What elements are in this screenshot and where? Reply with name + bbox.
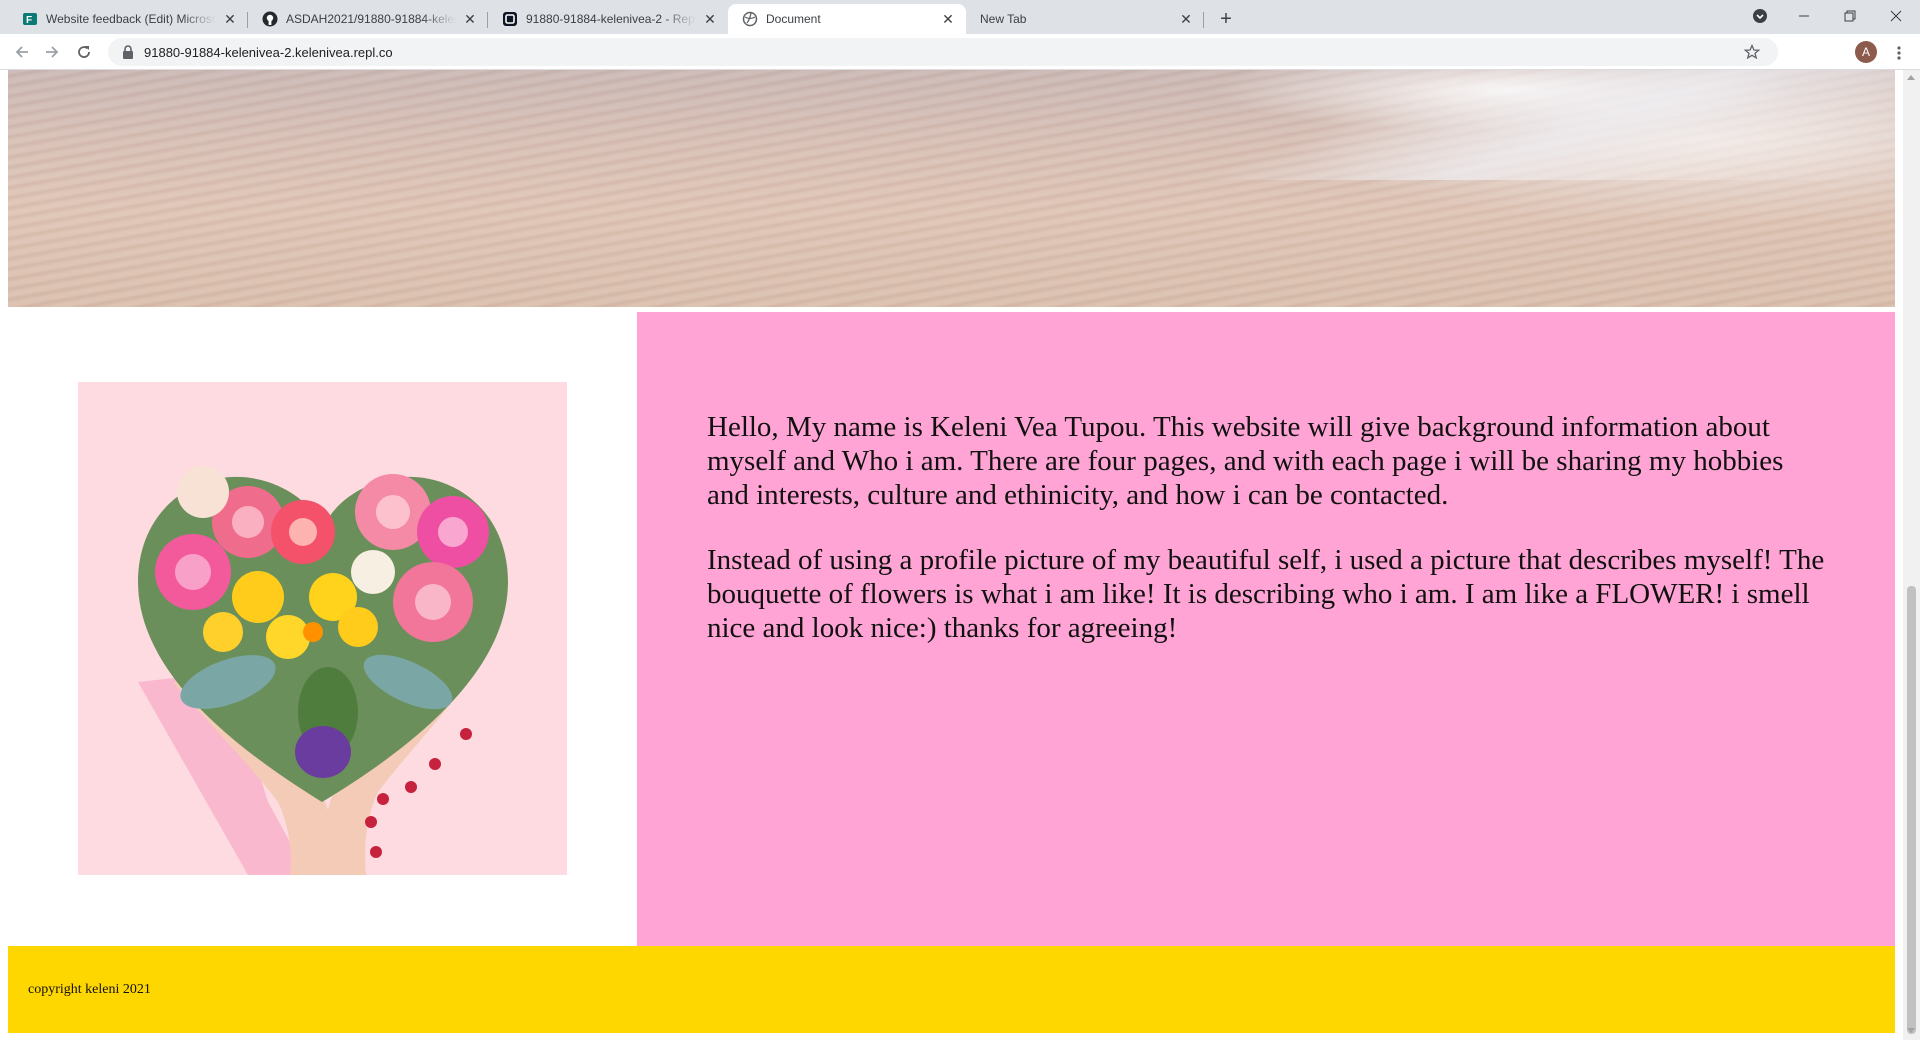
close-tab-icon[interactable]: ✕ xyxy=(462,11,478,27)
tab-new-tab[interactable]: New Tab ✕ xyxy=(966,4,1204,34)
forward-button[interactable] xyxy=(38,38,66,66)
close-window-button[interactable] xyxy=(1873,0,1919,32)
address-bar[interactable]: 91880-91884-kelenivea-2.kelenivea.repl.c… xyxy=(108,38,1778,66)
new-tab-button[interactable]: + xyxy=(1212,6,1240,32)
close-tab-icon[interactable]: ✕ xyxy=(702,11,718,27)
browser-menu-icon[interactable] xyxy=(1890,42,1908,64)
page-footer: copyright keleni 2021 xyxy=(8,946,1895,1033)
scroll-down-icon[interactable] xyxy=(1907,1028,1915,1033)
forms-icon: F xyxy=(22,11,38,27)
tab-title: New Tab xyxy=(980,12,1027,26)
page-scrollbar[interactable] xyxy=(1903,70,1920,1040)
tab-github[interactable]: ASDAH2021/91880-91884-kelenivea-2 ✕ xyxy=(248,4,488,34)
minimize-button[interactable] xyxy=(1781,0,1827,32)
github-icon xyxy=(262,11,278,27)
tab-title: Website feedback (Edit) Microsoft Forms xyxy=(46,12,216,26)
lock-icon xyxy=(123,45,133,59)
tab-separator xyxy=(1203,12,1204,28)
back-arrow-icon xyxy=(15,46,28,58)
tab-replit[interactable]: 91880-91884-kelenivea-2 - Replit ✕ xyxy=(488,4,728,34)
intro-text-panel: Hello, My name is Keleni Vea Tupou. This… xyxy=(637,312,1895,947)
close-tab-icon[interactable]: ✕ xyxy=(940,11,956,27)
replit-icon xyxy=(502,11,518,27)
reload-button[interactable] xyxy=(70,38,98,66)
copyright-text: copyright keleni 2021 xyxy=(28,981,151,997)
restore-button[interactable] xyxy=(1827,0,1873,32)
scrollbar-thumb[interactable] xyxy=(1907,586,1916,1034)
tab-title: Document xyxy=(766,12,821,26)
tab-document[interactable]: Document ✕ xyxy=(728,4,966,34)
reload-icon xyxy=(78,46,90,58)
close-tab-icon[interactable]: ✕ xyxy=(1178,11,1194,27)
intro-paragraph: Instead of using a profile picture of my… xyxy=(707,544,1825,644)
page-viewport: Hello, My name is Keleni Vea Tupou. This… xyxy=(0,70,1903,1040)
tab-title: ASDAH2021/91880-91884-kelenivea-2 xyxy=(286,12,456,26)
browser-toolbar: 91880-91884-kelenivea-2.kelenivea.repl.c… xyxy=(0,34,1920,70)
beach-banner-image xyxy=(8,70,1895,307)
tab-strip: F Website feedback (Edit) Microsoft Form… xyxy=(0,0,1920,34)
globe-icon xyxy=(742,11,758,27)
intro-paragraph: Hello, My name is Keleni Vea Tupou. This… xyxy=(707,411,1784,511)
profile-avatar[interactable]: A xyxy=(1855,41,1877,63)
tab-title: 91880-91884-kelenivea-2 - Replit xyxy=(526,12,696,26)
forward-arrow-icon xyxy=(46,46,59,58)
tab-forms[interactable]: F Website feedback (Edit) Microsoft Form… xyxy=(8,4,248,34)
tab-search-icon[interactable] xyxy=(1737,0,1783,32)
scroll-up-icon[interactable] xyxy=(1907,75,1915,80)
svg-text:F: F xyxy=(26,15,32,26)
url-text: 91880-91884-kelenivea-2.kelenivea.repl.c… xyxy=(144,44,393,60)
close-tab-icon[interactable]: ✕ xyxy=(222,11,238,27)
flower-heart-image xyxy=(78,382,567,875)
bookmark-star-icon[interactable] xyxy=(1743,43,1761,65)
back-button[interactable] xyxy=(8,38,36,66)
